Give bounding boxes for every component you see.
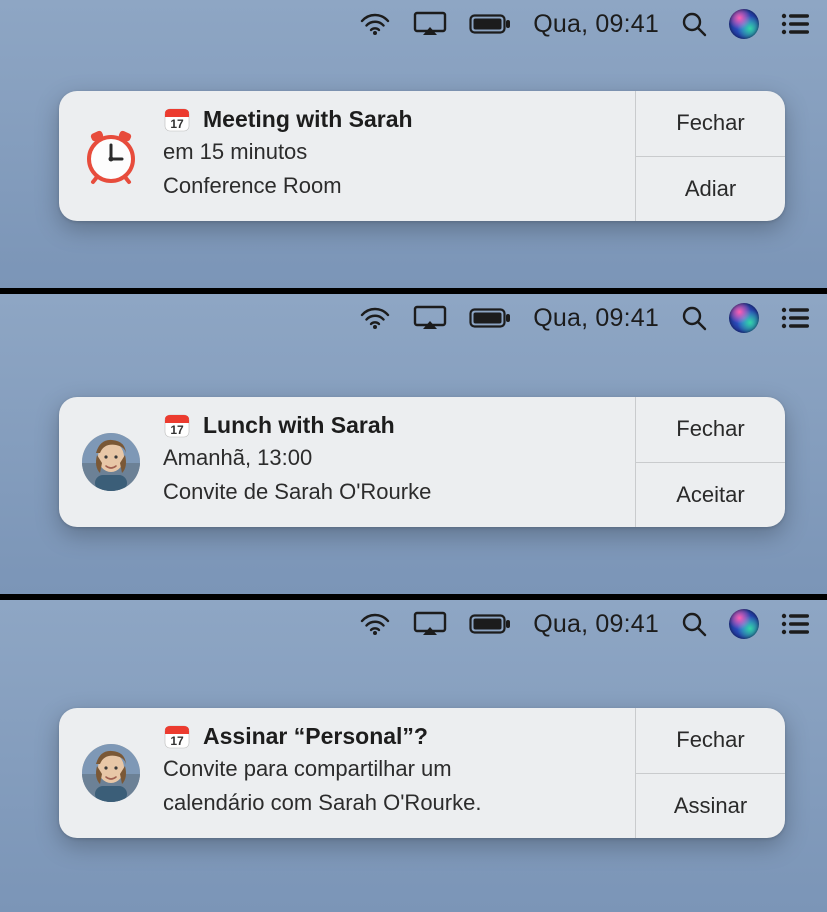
menu-bar: Qua, 09:41	[339, 600, 827, 648]
calendar-app-icon: 17	[163, 411, 191, 439]
notification-actions: Fechar Adiar	[635, 91, 785, 221]
menu-clock[interactable]: Qua, 09:41	[533, 304, 659, 333]
notification-subtitle: Amanhã, 13:00	[163, 443, 625, 473]
subscribe-button[interactable]: Assinar	[636, 773, 785, 839]
airplay-icon[interactable]	[413, 305, 447, 331]
notification-leading-icon	[59, 708, 163, 838]
wifi-icon[interactable]	[359, 612, 391, 636]
notification-card: 17 Meeting with Sarah em 15 minutos Conf…	[59, 91, 785, 221]
menu-bar: Qua, 09:41	[339, 294, 827, 342]
battery-icon[interactable]	[469, 308, 511, 328]
notification-detail: Conference Room	[163, 171, 625, 201]
siri-icon[interactable]	[729, 9, 759, 39]
notification-detail: calendário com Sarah O'Rourke.	[163, 788, 625, 818]
notification-detail: Convite de Sarah O'Rourke	[163, 477, 625, 507]
snooze-button[interactable]: Adiar	[636, 156, 785, 222]
wifi-icon[interactable]	[359, 12, 391, 36]
notification-body: 17 Assinar “Personal”? Convite para comp…	[163, 708, 635, 838]
siri-icon[interactable]	[729, 609, 759, 639]
search-icon[interactable]	[681, 611, 707, 637]
notification-actions: Fechar Assinar	[635, 708, 785, 838]
menu-bar: Qua, 09:41	[339, 0, 827, 48]
battery-icon[interactable]	[469, 614, 511, 634]
desktop-section-3: Qua, 09:41	[0, 600, 827, 912]
accept-button[interactable]: Aceitar	[636, 462, 785, 528]
notification-actions: Fechar Aceitar	[635, 397, 785, 527]
siri-icon[interactable]	[729, 303, 759, 333]
notification-body: 17 Lunch with Sarah Amanhã, 13:00 Convit…	[163, 397, 635, 527]
notification-card: 17 Lunch with Sarah Amanhã, 13:00 Convit…	[59, 397, 785, 527]
close-button[interactable]: Fechar	[636, 397, 785, 462]
airplay-icon[interactable]	[413, 11, 447, 37]
notification-leading-icon	[59, 91, 163, 221]
svg-text:17: 17	[170, 117, 184, 131]
desktop-section-1: Qua, 09:41	[0, 0, 827, 288]
calendar-app-icon: 17	[163, 105, 191, 133]
search-icon[interactable]	[681, 305, 707, 331]
svg-text:17: 17	[170, 423, 184, 437]
menu-clock[interactable]: Qua, 09:41	[533, 610, 659, 639]
avatar	[82, 744, 140, 802]
calendar-app-icon: 17	[163, 722, 191, 750]
close-button[interactable]: Fechar	[636, 708, 785, 773]
search-icon[interactable]	[681, 11, 707, 37]
notification-center-icon[interactable]	[781, 613, 809, 635]
desktop-section-2: Qua, 09:41	[0, 294, 827, 594]
notification-center-icon[interactable]	[781, 13, 809, 35]
svg-text:17: 17	[170, 734, 184, 748]
close-button[interactable]: Fechar	[636, 91, 785, 156]
airplay-icon[interactable]	[413, 611, 447, 637]
notification-title: Meeting with Sarah	[203, 106, 413, 133]
wifi-icon[interactable]	[359, 306, 391, 330]
menu-clock[interactable]: Qua, 09:41	[533, 10, 659, 39]
alarm-clock-icon	[81, 126, 141, 186]
notification-card: 17 Assinar “Personal”? Convite para comp…	[59, 708, 785, 838]
notification-title: Lunch with Sarah	[203, 412, 395, 439]
battery-icon[interactable]	[469, 14, 511, 34]
avatar	[82, 433, 140, 491]
notification-subtitle: Convite para compartilhar um	[163, 754, 625, 784]
notification-subtitle: em 15 minutos	[163, 137, 625, 167]
notification-leading-icon	[59, 397, 163, 527]
notification-center-icon[interactable]	[781, 307, 809, 329]
notification-body: 17 Meeting with Sarah em 15 minutos Conf…	[163, 91, 635, 221]
notification-title: Assinar “Personal”?	[203, 723, 428, 750]
